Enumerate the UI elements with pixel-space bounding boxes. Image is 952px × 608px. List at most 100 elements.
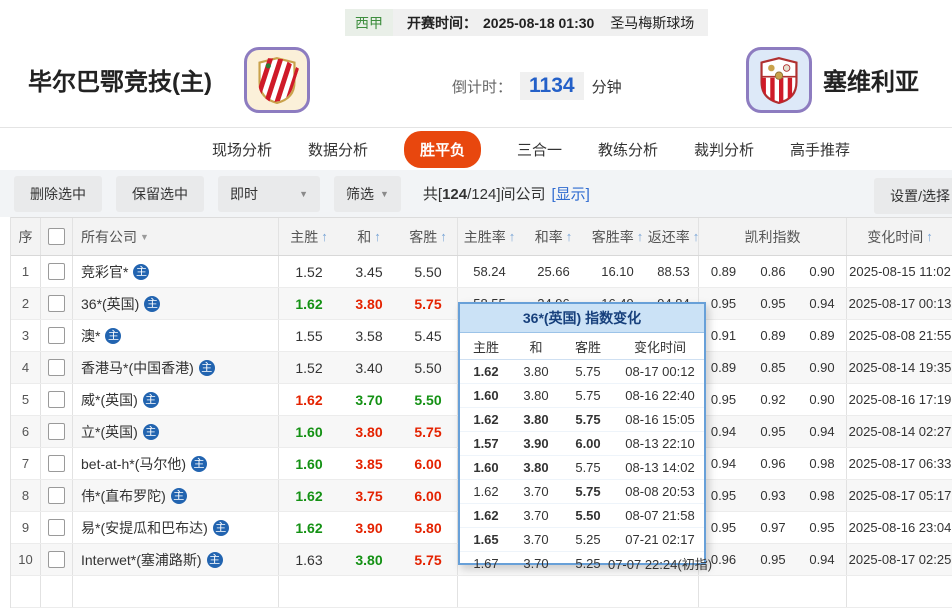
odds-value: 1.60: [295, 455, 323, 472]
company-cell[interactable]: 易*(安提瓜和巴布达) 主: [73, 512, 279, 543]
company-cell[interactable]: Interwet*(塞浦路斯) 主: [73, 544, 279, 575]
popup-change-time: 08-16 22:40: [625, 388, 695, 403]
filter-dropdown[interactable]: 筛选 ▼: [334, 175, 401, 212]
col-header-company[interactable]: 所有公司 ▼: [73, 218, 279, 255]
col-header-return-rate[interactable]: 返还率 ↑: [648, 218, 699, 255]
tab-教练分析[interactable]: 教练分析: [598, 139, 658, 160]
company-cell[interactable]: 立*(英国) 主: [73, 416, 279, 447]
row-checkbox[interactable]: [48, 359, 65, 376]
tab-裁判分析[interactable]: 裁判分析: [694, 139, 754, 160]
kelly-value: 0.94: [798, 544, 847, 575]
rate-value: 16.10: [601, 264, 634, 279]
empty-cell: [41, 576, 73, 607]
company-name[interactable]: 竞彩官*: [81, 262, 128, 282]
col-header-home-rate[interactable]: 主胜率 ↑: [458, 218, 521, 255]
odds-value: 1.62: [295, 487, 323, 504]
row-checkbox[interactable]: [48, 423, 65, 440]
empty-cell: [586, 576, 649, 607]
popup-odds-value: 1.67: [473, 556, 499, 571]
settings-button[interactable]: 设置/选择: [874, 178, 952, 214]
company-name[interactable]: 伟*(直布罗陀): [81, 486, 166, 506]
col-header-home-win[interactable]: 主胜 ↑: [279, 218, 339, 255]
company-cell[interactable]: 香港马*(中国香港) 主: [73, 352, 279, 383]
chevron-down-icon: ▼: [140, 231, 149, 242]
delete-selected-button[interactable]: 删除选中: [14, 175, 102, 212]
empty-cell: [847, 576, 952, 607]
row-checkbox[interactable]: [48, 455, 65, 472]
company-cell[interactable]: 36*(英国) 主: [73, 288, 279, 319]
home-badge-icon: 主: [212, 519, 229, 536]
away-team-logo: [746, 47, 812, 113]
change-time: 2025-08-14 02:27: [848, 424, 952, 439]
change-time: 2025-08-14 19:35: [848, 360, 952, 375]
tab-三合一[interactable]: 三合一: [517, 139, 562, 160]
kelly-value: 0.90: [798, 384, 847, 415]
row-checkbox[interactable]: [48, 263, 65, 280]
kelly-value: 0.93: [760, 488, 786, 503]
row-checkbox[interactable]: [48, 519, 65, 536]
odds-value: 6.00: [399, 480, 458, 511]
odds-value: 3.80: [355, 295, 383, 312]
company-cell[interactable]: 伟*(直布罗陀) 主: [73, 480, 279, 511]
home-badge-icon: 主: [105, 327, 122, 344]
instant-dropdown[interactable]: 即时 ▼: [218, 175, 320, 212]
row-checkbox[interactable]: [48, 295, 65, 312]
tab-高手推荐[interactable]: 高手推荐: [790, 139, 850, 160]
col-header-draw[interactable]: 和 ↑: [339, 218, 399, 255]
tab-数据分析[interactable]: 数据分析: [308, 139, 368, 160]
col-header-change-time[interactable]: 变化时间 ↑: [847, 218, 952, 255]
company-name[interactable]: 威*(英国): [81, 390, 138, 410]
company-name[interactable]: bet-at-h*(马尔他): [81, 454, 186, 474]
company-name[interactable]: 立*(英国): [81, 422, 138, 442]
kelly-value: 0.95: [760, 552, 786, 567]
tab-胜平负[interactable]: 胜平负: [403, 130, 481, 168]
row-checkbox[interactable]: [48, 391, 65, 408]
col-label: 客胜率: [591, 228, 634, 245]
home-badge-icon: 主: [142, 391, 159, 408]
col-header-draw-rate[interactable]: 和率 ↑: [521, 218, 586, 255]
col-header-away-rate[interactable]: 客胜率 ↑: [586, 218, 649, 255]
show-link[interactable]: [显示]: [552, 186, 590, 203]
sevilla-crest-icon: [760, 57, 798, 104]
company-name[interactable]: 澳*: [81, 326, 100, 346]
kelly-value: 0.95: [760, 296, 786, 311]
company-name[interactable]: 36*(英国): [81, 294, 139, 314]
col-header-away-win[interactable]: 客胜 ↑: [399, 218, 458, 255]
popup-odds-value: 1.62: [473, 412, 499, 427]
popup-col-home: 主胜: [472, 339, 499, 355]
popup-odds-value: 5.50: [575, 508, 601, 523]
row-checkbox[interactable]: [48, 487, 65, 504]
row-index: 7: [11, 448, 41, 479]
kelly-value: 0.94: [798, 416, 847, 447]
company-cell[interactable]: 澳* 主: [73, 320, 279, 351]
tab-现场分析[interactable]: 现场分析: [212, 139, 272, 160]
odds-value: 3.45: [355, 263, 383, 280]
row-checkbox-cell: [41, 352, 73, 383]
empty-cell: [649, 576, 699, 607]
empty-cell: [699, 576, 748, 607]
keep-selected-button[interactable]: 保留选中: [116, 175, 204, 212]
rate-value: 58.24: [473, 264, 506, 279]
odds-value: 3.75: [355, 487, 383, 504]
company-name[interactable]: Interwet*(塞浦路斯): [81, 550, 202, 570]
odds-value: 3.85: [355, 455, 383, 472]
odds-value: 5.50: [399, 384, 458, 415]
row-checkbox[interactable]: [48, 551, 65, 568]
company-name[interactable]: 易*(安提瓜和巴布达): [81, 518, 208, 538]
popup-row: 1.62 3.70 5.50 08-07 21:58: [460, 504, 704, 528]
home-team-logo: [244, 47, 310, 113]
row-checkbox[interactable]: [48, 327, 65, 344]
kelly-value: 0.91: [710, 328, 737, 343]
company-cell[interactable]: bet-at-h*(马尔他) 主: [73, 448, 279, 479]
odds-value: 3.80: [355, 551, 383, 568]
rate-value: 25.66: [537, 264, 570, 279]
popup-change-time: 08-13 14:02: [625, 460, 695, 475]
col-label: 变化时间: [867, 228, 924, 245]
company-name[interactable]: 香港马*(中国香港): [81, 358, 194, 378]
popup-odds-value: 3.70: [523, 508, 549, 523]
select-all-checkbox[interactable]: [48, 228, 65, 245]
company-cell[interactable]: 竞彩官* 主: [73, 256, 279, 287]
company-cell[interactable]: 威*(英国) 主: [73, 384, 279, 415]
odds-value: 1.52: [295, 359, 323, 376]
row-checkbox-cell: [41, 256, 73, 287]
